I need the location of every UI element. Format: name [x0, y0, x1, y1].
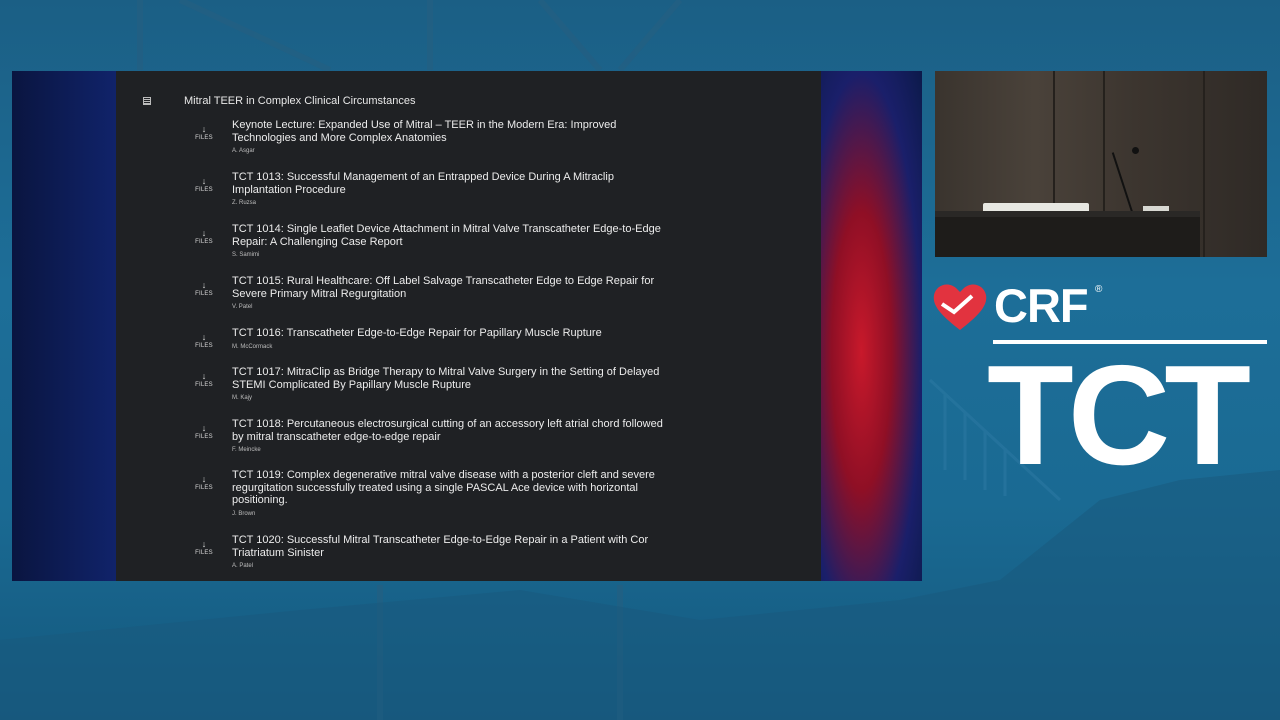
- section-title: Mitral TEER in Complex Clinical Circumst…: [184, 95, 416, 107]
- list-item[interactable]: ↓ FILES TCT 1016: Transcatheter Edge-to-…: [191, 327, 671, 350]
- list-item[interactable]: ↓ FILES TCT 1014: Single Leaflet Device …: [191, 223, 671, 258]
- download-arrow-icon: ↓: [201, 228, 207, 238]
- microphone-head-image: [1132, 147, 1139, 154]
- speaker-camera-view: [935, 71, 1267, 257]
- files-label: FILES: [195, 485, 213, 491]
- download-arrow-icon: ↓: [201, 280, 207, 290]
- files-download-button[interactable]: ↓ FILES: [191, 475, 217, 517]
- files-label: FILES: [195, 343, 213, 349]
- files-download-button[interactable]: ↓ FILES: [191, 177, 217, 206]
- item-title[interactable]: TCT 1017: MitraClip as Bridge Therapy to…: [232, 366, 671, 391]
- download-arrow-icon: ↓: [201, 176, 207, 186]
- files-label: FILES: [195, 187, 213, 193]
- download-arrow-icon: ↓: [201, 371, 207, 381]
- item-author: F. Meincke: [232, 447, 261, 453]
- list-item[interactable]: ↓ FILES TCT 1019: Complex degenerative m…: [191, 469, 671, 517]
- files-download-button[interactable]: ↓ FILES: [191, 229, 217, 258]
- item-author: A. Asgar: [232, 148, 255, 154]
- item-title[interactable]: Keynote Lecture: Expanded Use of Mitral …: [232, 119, 671, 144]
- podium-image: [935, 217, 1200, 257]
- registered-mark: ®: [1095, 284, 1103, 295]
- files-download-button[interactable]: ↓ FILES: [191, 372, 217, 401]
- download-arrow-icon: ↓: [201, 332, 207, 342]
- download-arrow-icon: ↓: [201, 124, 207, 134]
- list-item[interactable]: ↓ FILES TCT 1020: Successful Mitral Tran…: [191, 534, 671, 569]
- list-item[interactable]: ↓ FILES TCT 1013: Successful Management …: [191, 171, 671, 206]
- item-title[interactable]: TCT 1020: Successful Mitral Transcathete…: [232, 534, 671, 559]
- files-label: FILES: [195, 550, 213, 556]
- item-title[interactable]: TCT 1013: Successful Management of an En…: [232, 171, 671, 196]
- files-label: FILES: [195, 291, 213, 297]
- item-author: M. McCormack: [232, 343, 273, 350]
- files-download-button[interactable]: ↓ FILES: [191, 424, 217, 453]
- item-title[interactable]: TCT 1015: Rural Healthcare: Off Label Sa…: [232, 275, 671, 300]
- heart-logo-icon: [933, 284, 987, 330]
- tct-event-text: TCT: [987, 336, 1251, 495]
- item-title[interactable]: TCT 1016: Transcatheter Edge-to-Edge Rep…: [232, 327, 671, 340]
- item-author: A. Patel: [232, 563, 254, 569]
- download-arrow-icon: ↓: [201, 423, 207, 433]
- download-arrow-icon: ↓: [201, 539, 207, 549]
- files-download-button[interactable]: ↓ FILES: [191, 125, 217, 154]
- download-arrow-icon: ↓: [201, 474, 207, 484]
- item-title[interactable]: TCT 1018: Percutaneous electrosurgical c…: [232, 418, 671, 443]
- files-label: FILES: [195, 135, 213, 141]
- files-download-button[interactable]: ↓ FILES: [191, 333, 217, 350]
- slide-heart-image: [821, 71, 922, 581]
- section-header[interactable]: Mitral TEER in Complex Clinical Circumst…: [143, 95, 415, 107]
- item-title[interactable]: TCT 1019: Complex degenerative mitral va…: [232, 469, 671, 507]
- list-item[interactable]: ↓ FILES Keynote Lecture: Expanded Use of…: [191, 119, 671, 154]
- wall-panel-line: [1203, 71, 1205, 257]
- files-label: FILES: [195, 382, 213, 388]
- item-author: S. Samimi: [232, 252, 260, 258]
- item-author: V. Patel: [232, 304, 253, 310]
- item-title[interactable]: TCT 1014: Single Leaflet Device Attachme…: [232, 223, 671, 248]
- list-item[interactable]: ↓ FILES TCT 1015: Rural Healthcare: Off …: [191, 275, 671, 310]
- presentation-slide: Mitral TEER in Complex Clinical Circumst…: [12, 71, 922, 581]
- files-label: FILES: [195, 434, 213, 440]
- slide-left-decoration: [12, 71, 116, 581]
- files-download-button[interactable]: ↓ FILES: [191, 540, 217, 569]
- list-icon: [143, 97, 151, 105]
- item-author: J. Brown: [232, 510, 256, 517]
- crf-brand-text: CRF: [994, 279, 1089, 332]
- session-panel: Mitral TEER in Complex Clinical Circumst…: [116, 71, 821, 581]
- files-download-button[interactable]: ↓ FILES: [191, 281, 217, 310]
- item-author: Z. Ruzsa: [232, 200, 257, 206]
- list-item[interactable]: ↓ FILES TCT 1018: Percutaneous electrosu…: [191, 418, 671, 453]
- item-author: M. Kajy: [232, 395, 253, 401]
- files-label: FILES: [195, 239, 213, 245]
- list-item[interactable]: ↓ FILES TCT 1017: MitraClip as Bridge Th…: [191, 366, 671, 401]
